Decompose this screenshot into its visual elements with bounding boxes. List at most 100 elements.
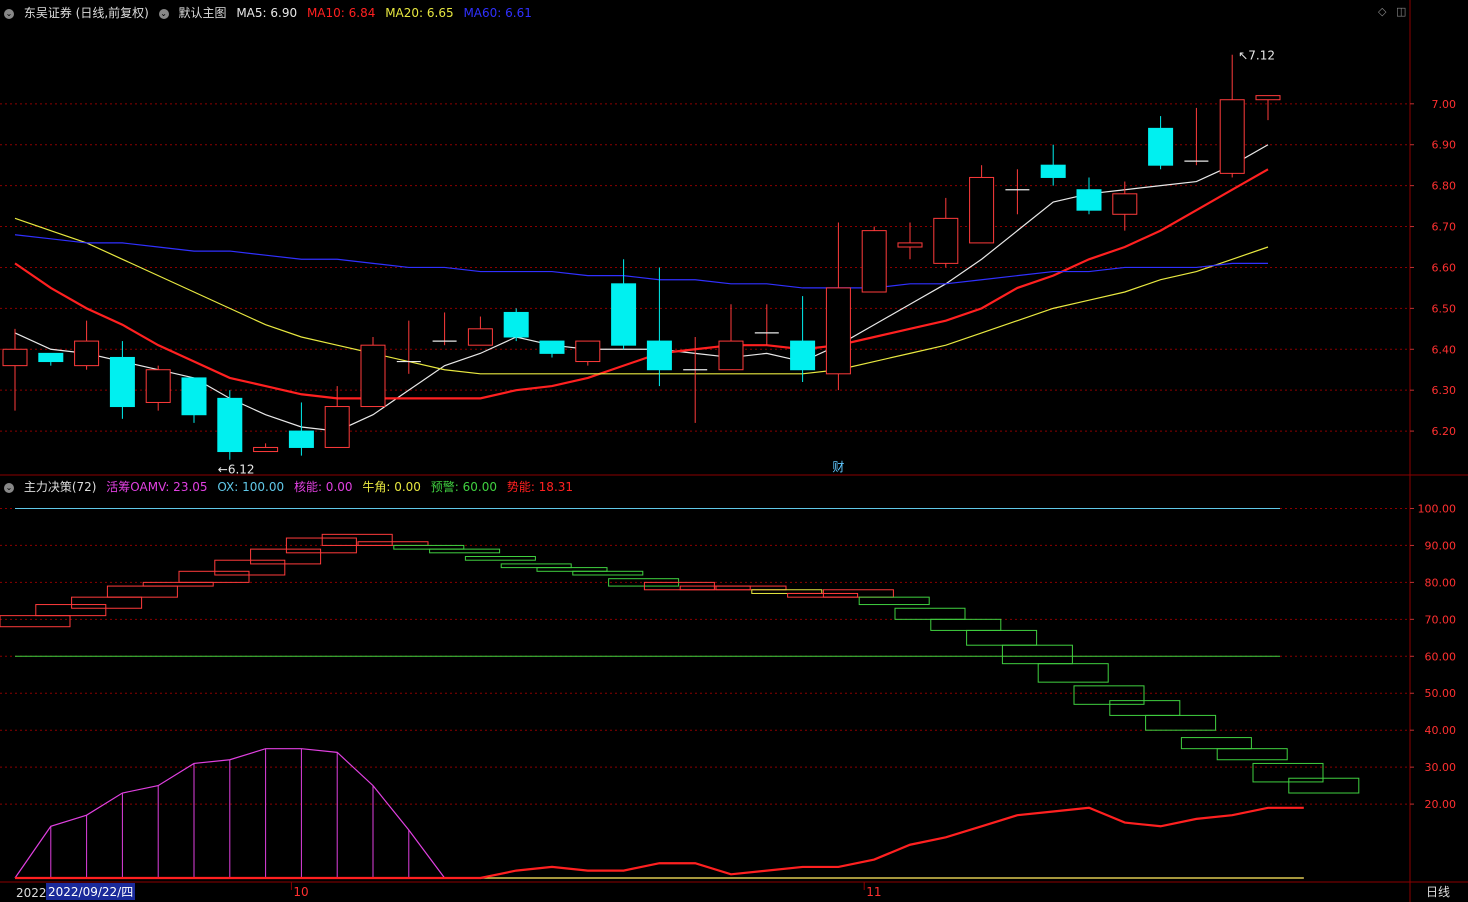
candle-up [897,242,923,248]
candle-up [324,406,350,448]
candle-down [38,352,64,363]
diamond-icon[interactable]: ◇ [1378,5,1386,18]
indicator-tick-label: 90.00 [1425,539,1457,552]
month-label: 11 [866,885,881,899]
indicator-tick-label: 30.00 [1425,761,1457,774]
ma-line-ma20 [14,217,1269,375]
candle-up [933,217,959,264]
candle-down [181,377,207,416]
oamv-box [858,596,930,606]
oamv-box [178,570,250,583]
oamv-box [106,585,178,598]
ox-label: OX: 100.00 [217,480,285,494]
candle-up [145,369,171,403]
candle-down [539,340,565,354]
ma-line-ma60 [14,234,1268,289]
oamv-box [1109,700,1181,716]
indicator-tick-label: 50.00 [1425,687,1457,700]
oamv-box [142,581,214,587]
oamv-box [429,548,501,554]
candle-down [790,340,816,371]
candle-up [1255,95,1281,101]
price-tick-label: 6.80 [1432,180,1457,193]
price-tick-label: 6.50 [1432,302,1457,315]
price-tick-label: 6.30 [1432,384,1457,397]
candle-up [1219,99,1245,174]
candle-up [861,230,887,293]
oamv-box [214,559,286,576]
oamv-box [464,556,536,561]
template-name[interactable]: 默认主图 [178,6,226,20]
candle-up [2,348,28,367]
candle-up [825,287,851,375]
indicator-tick-label: 40.00 [1425,724,1457,737]
oamv-box [930,618,1002,631]
cursor-date: 2022/09/22/四 [46,883,136,900]
candle-up [74,340,100,367]
momentum-label: 势能: 18.31 [506,480,574,494]
oamv-box [751,589,823,594]
candle-up [1112,193,1138,215]
oamv-box [71,596,143,609]
oamv-box [536,567,608,572]
oamv-box [1288,777,1360,794]
period-button[interactable]: 日线 [1426,883,1450,900]
price-tick-label: 6.90 [1432,139,1457,152]
oamv-box [1037,663,1109,683]
candle-down [646,340,672,371]
oamv-box [1252,762,1324,783]
window-toggle-icon[interactable]: ◫ [1396,5,1406,18]
candle-down [503,311,529,338]
warning-label: 预警: 60.00 [430,480,497,494]
candle-down [1148,127,1174,166]
main-chart-header: ⌄ 东吴证券 (日线,前复权) ⌄ 默认主图 MA5: 6.90 MA10: 6… [4,4,538,21]
candle-down [288,430,314,448]
price-tick-label: 6.70 [1432,221,1457,234]
oamv-box [393,544,465,550]
collapse-icon[interactable]: ⌄ [4,482,14,493]
month-label: 10 [293,885,308,899]
oamv-box [572,570,644,576]
nuclear-label: 核能: 0.00 [293,480,353,494]
ma20-label: MA20: 6.65 [385,6,454,20]
candle-up [969,176,995,244]
finance-event-marker: 财 [832,460,844,474]
bullhorn-label: 牛角: 0.00 [362,480,421,494]
price-tick-label: 6.20 [1432,425,1457,438]
ma5-label: MA5: 6.90 [236,6,298,20]
oamv-box [1216,748,1288,761]
oamv-box [35,604,107,617]
oamv-box [321,533,393,546]
indicator-tick-label: 100.00 [1418,502,1457,515]
ma10-label: MA10: 6.84 [306,6,376,20]
oamv-box [1180,737,1252,750]
candle-down [611,283,637,346]
indicator-tick-label: 80.00 [1425,576,1457,589]
candle-up [467,328,493,346]
stock-title: 东吴证券 (日线,前复权) [23,6,149,20]
oamv-box [1073,685,1145,705]
collapse-icon[interactable]: ⌄ [4,8,14,19]
template-menu-icon[interactable]: ⌄ [158,8,169,19]
price-tick-label: 6.40 [1432,343,1457,356]
candle-down [109,356,135,408]
candle-down [1076,189,1102,211]
momentum-line [15,806,1304,880]
candle-down [1040,164,1066,178]
high-price-label: ↖7.12 [1238,49,1275,63]
indicator-title[interactable]: 主力决策(72) [24,480,97,494]
indicator-tick-label: 70.00 [1425,613,1457,626]
candle-up [253,446,279,453]
oamv-box [715,585,787,591]
oamv-box [357,541,429,546]
oamv-box [1145,714,1217,731]
price-tick-label: 6.60 [1432,261,1457,274]
low-price-label: ←6.12 [218,463,255,477]
indicator-tick-label: 60.00 [1425,650,1457,663]
ma60-label: MA60: 6.61 [463,6,532,20]
nuclear-line [14,748,1304,879]
indicator-tick-label: 20.00 [1425,798,1457,811]
oamv-box [787,592,859,598]
indicator-header: ⌄ 主力决策(72) 活筹OAMV: 23.05 OX: 100.00 核能: … [4,478,579,495]
oamv-box [894,607,966,620]
